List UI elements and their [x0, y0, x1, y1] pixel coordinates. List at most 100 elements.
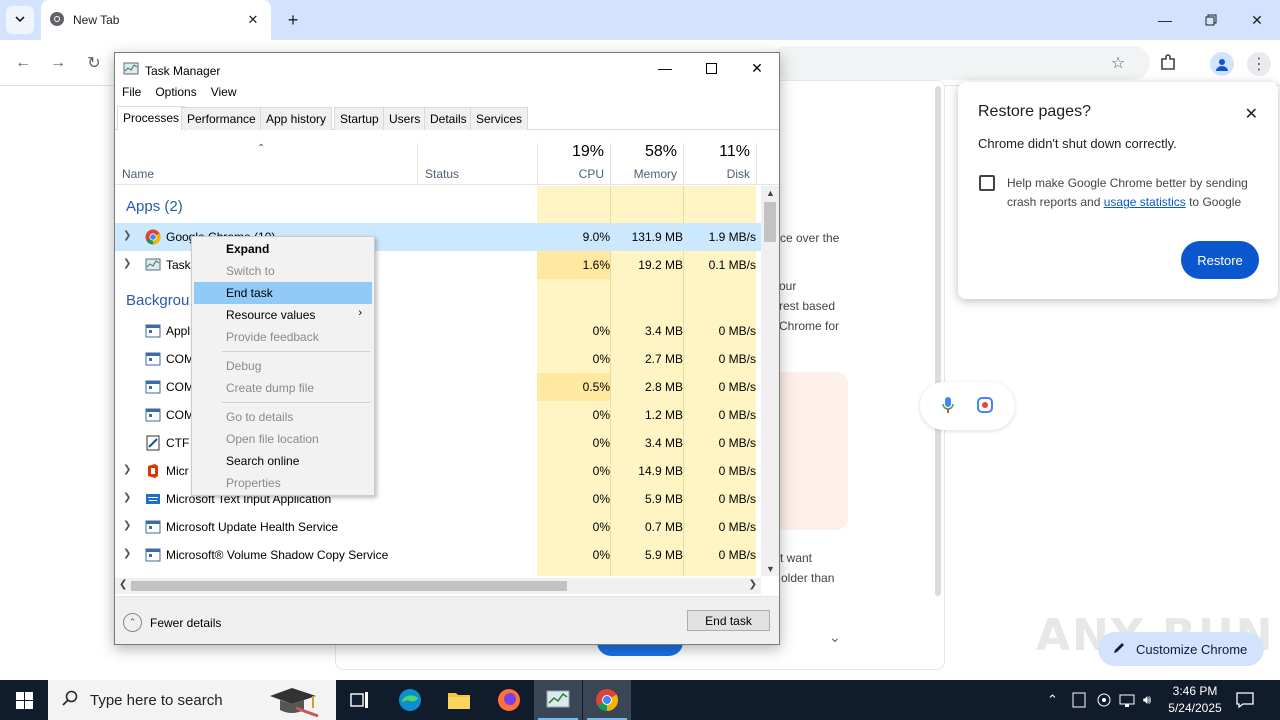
expand-icon[interactable]: ❯: [123, 548, 131, 559]
horizontal-scrollbar[interactable]: ❮ ❯: [115, 578, 761, 594]
lens-icon[interactable]: [976, 396, 994, 417]
menu-item-expand[interactable]: Expand: [194, 238, 372, 260]
windows-icon[interactable]: [0, 680, 48, 720]
reload-icon[interactable]: ↻: [83, 52, 105, 74]
disk-value: 0 MB/s: [718, 548, 756, 562]
menu-item-go-to-details[interactable]: Go to details: [194, 406, 372, 428]
close-window-icon[interactable]: ✕: [1234, 5, 1280, 35]
header-cpu[interactable]: CPU: [579, 167, 604, 181]
disk-value: 1.9 MB/s: [708, 230, 756, 244]
extensions-icon[interactable]: [1157, 52, 1179, 74]
tab-details[interactable]: Details: [424, 107, 473, 130]
tab-search-button[interactable]: [6, 6, 34, 34]
microphone-icon[interactable]: [942, 396, 954, 417]
scroll-up-icon[interactable]: ▲: [766, 188, 775, 198]
menu-item-search-online[interactable]: Search online: [194, 450, 372, 472]
expand-icon[interactable]: ❯: [123, 230, 131, 241]
edge-icon[interactable]: [386, 680, 434, 720]
file-explorer-icon[interactable]: [435, 680, 483, 720]
office-icon: [145, 463, 161, 479]
volume-icon[interactable]: 🔊︎: [1143, 692, 1151, 708]
header-name[interactable]: Name: [122, 167, 154, 181]
menu-item-create-dump-file[interactable]: Create dump file: [194, 377, 372, 399]
column-separator: [417, 143, 418, 185]
customize-chrome-button[interactable]: Customize Chrome: [1098, 632, 1264, 666]
webcam-icon[interactable]: [1096, 692, 1112, 711]
menu-item-switch-to[interactable]: Switch to: [194, 260, 372, 282]
close-icon[interactable]: ✕: [734, 53, 780, 83]
scroll-thumb[interactable]: [764, 202, 776, 242]
taskbar-search-box[interactable]: Type here to search: [48, 680, 336, 720]
profile-icon[interactable]: [1210, 52, 1234, 76]
firefox-icon[interactable]: [485, 680, 533, 720]
forward-icon[interactable]: →: [47, 52, 69, 74]
usage-statistics-link[interactable]: usage statistics: [1104, 195, 1186, 209]
menu-item-open-file-location[interactable]: Open file location: [194, 428, 372, 450]
expand-icon[interactable]: ❯: [123, 492, 131, 503]
fewer-details-button[interactable]: ⌃ Fewer details: [123, 613, 221, 632]
menu-options[interactable]: Options: [148, 83, 203, 103]
tab-startup[interactable]: Startup: [334, 107, 385, 130]
minimize-icon[interactable]: —: [1142, 5, 1188, 35]
cpu-value: 0%: [592, 548, 610, 562]
tablet-icon[interactable]: [1072, 692, 1086, 711]
menu-item-debug[interactable]: Debug: [194, 355, 372, 377]
disk-value: 0 MB/s: [718, 436, 756, 450]
back-icon[interactable]: ←: [12, 52, 34, 74]
close-icon[interactable]: ✕: [245, 12, 261, 28]
scroll-left-icon[interactable]: ❮: [119, 579, 127, 590]
table-row[interactable]: ❯ Microsoft Update Health Service 0% 0.7…: [115, 513, 761, 541]
header-memory[interactable]: Memory: [634, 167, 677, 181]
taskbar-clock[interactable]: 3:46 PM 5/24/2025: [1160, 683, 1230, 717]
expand-icon[interactable]: ❯: [123, 520, 131, 531]
address-bar[interactable]: [770, 46, 1150, 80]
chrome-icon[interactable]: [583, 680, 631, 720]
expand-icon[interactable]: ❯: [123, 464, 131, 475]
chevron-up-icon[interactable]: ⌃: [1047, 692, 1058, 708]
tab-performance[interactable]: Performance: [181, 107, 262, 130]
menu-view[interactable]: View: [204, 83, 244, 103]
task-view-icon[interactable]: [336, 680, 384, 720]
ntp-promo-panel: [770, 372, 848, 530]
disk-percent: 11%: [719, 143, 750, 160]
process-name: Task: [166, 258, 191, 272]
vertical-scrollbar[interactable]: ▲ ▼: [761, 186, 779, 576]
tab-processes[interactable]: Processes: [117, 106, 186, 131]
tab-users[interactable]: Users: [383, 107, 427, 130]
header-disk[interactable]: Disk: [727, 167, 750, 181]
restore-window-icon[interactable]: [1188, 5, 1234, 35]
tab-new-tab[interactable]: New Tab ✕: [41, 0, 271, 40]
tab-services[interactable]: Services: [470, 107, 529, 130]
crash-report-checkbox[interactable]: [979, 175, 995, 191]
menu-item-properties[interactable]: Properties: [194, 472, 372, 494]
tab-app-history[interactable]: App history: [260, 107, 333, 130]
task-manager-icon[interactable]: [534, 680, 582, 720]
header-status[interactable]: Status: [425, 167, 459, 181]
end-task-button[interactable]: End task: [687, 610, 770, 631]
scroll-right-icon[interactable]: ❯: [749, 579, 757, 590]
notification-icon[interactable]: [1236, 691, 1254, 712]
column-separator: [537, 143, 538, 185]
ctf-loader-icon: [145, 435, 161, 451]
menu-icon[interactable]: ⋮: [1247, 52, 1271, 76]
maximize-icon[interactable]: [688, 53, 734, 83]
service-icon: [145, 547, 161, 563]
table-row[interactable]: ❯ Microsoft® Volume Shadow Copy Service …: [115, 541, 761, 569]
menu-file[interactable]: File: [115, 83, 148, 103]
network-icon[interactable]: [1119, 692, 1135, 711]
chevron-down-icon[interactable]: ⌄: [829, 629, 841, 646]
menu-item-resource-values[interactable]: Resource values ›: [194, 304, 372, 326]
menu-item-end-task[interactable]: End task: [194, 282, 372, 304]
plus-icon[interactable]: +: [282, 9, 304, 31]
expand-icon[interactable]: ❯: [123, 258, 131, 269]
close-icon[interactable]: ✕: [1245, 104, 1258, 124]
minimize-icon[interactable]: —: [642, 53, 688, 83]
ntp-scrollbar[interactable]: [935, 86, 941, 596]
restore-button[interactable]: Restore: [1181, 241, 1259, 279]
scroll-down-icon[interactable]: ▼: [766, 564, 775, 574]
menu-item-label: Resource values: [226, 308, 316, 322]
ntp-search-pill[interactable]: [920, 382, 1015, 430]
scroll-thumb[interactable]: [131, 581, 567, 591]
menu-item-provide-feedback[interactable]: Provide feedback: [194, 326, 372, 348]
star-icon[interactable]: ☆: [1107, 52, 1129, 74]
